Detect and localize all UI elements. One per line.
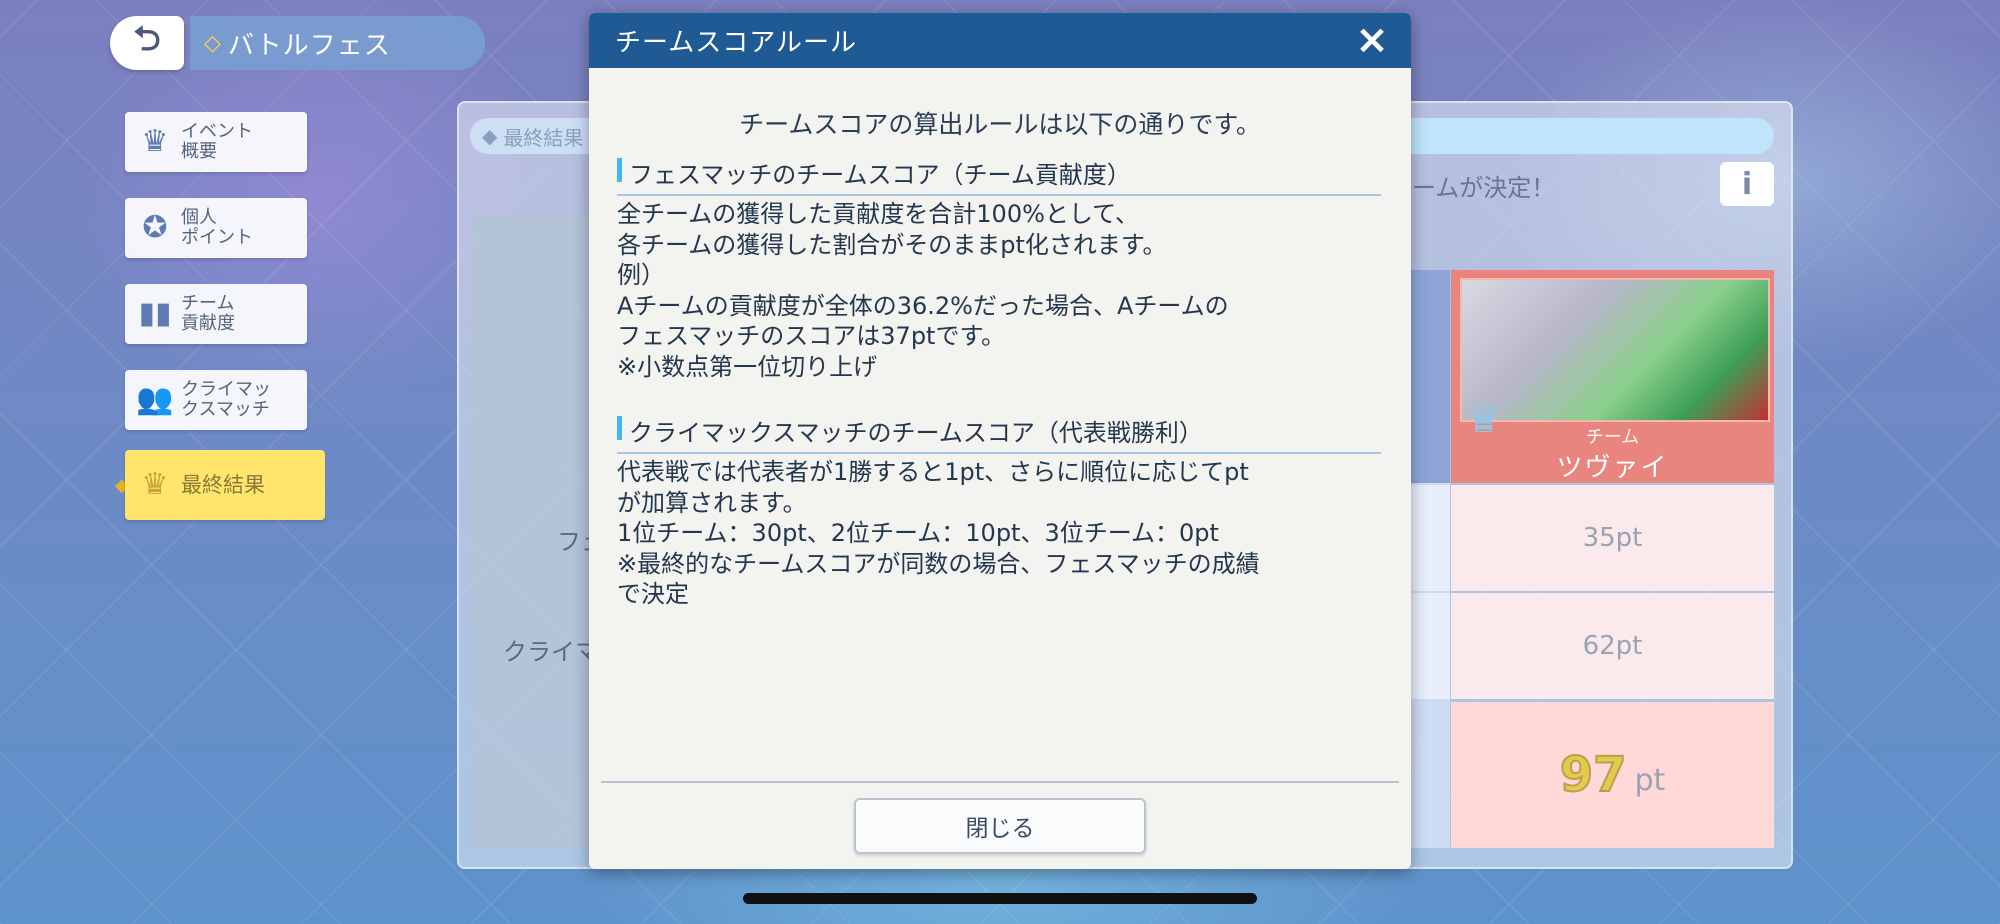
crown-cluster-icon: ♛ xyxy=(141,124,169,159)
fes-score-cell: 35pt xyxy=(1451,485,1774,591)
sidebar-item-event-overview[interactable]: ♛ イベント 概要 xyxy=(125,112,307,172)
result-tab-label: 最終結果 xyxy=(503,125,584,150)
dialog-header: チームスコアルール xyxy=(589,13,1411,68)
rule-line: Aチームの貢献度が全体の36.2%だった場合、Aチームの xyxy=(617,291,1229,320)
sidebar-item-climax-match[interactable]: 👥 クライマッ クスマッチ xyxy=(125,370,307,430)
team-card-blue xyxy=(1410,270,1450,483)
table-cell xyxy=(1410,593,1450,699)
bars-icon: ▮▮ xyxy=(138,296,172,331)
table-cell xyxy=(1410,485,1450,591)
section-title-fes-match: フェスマッチのチームスコア（チーム貢献度） xyxy=(617,155,1381,196)
close-button[interactable]: 閉じる xyxy=(854,798,1146,854)
section-body-climax-match: 代表戦では代表者が1勝すると1pt、さらに順位に応じてpt が加算されます。 1… xyxy=(617,457,1387,610)
rule-line: で決定 xyxy=(617,580,689,608)
climax-score: 62pt xyxy=(1582,631,1643,661)
team-small-label: チーム xyxy=(1585,427,1640,448)
total-score-cell: 97 pt xyxy=(1451,702,1774,848)
rule-line: 1位チーム：30pt、2位チーム：10pt、3位チーム：0pt xyxy=(617,519,1219,547)
total-score-unit: pt xyxy=(1634,762,1666,798)
rule-line: が加算されます。 xyxy=(617,488,807,517)
sidebar-item-team-contribution[interactable]: ▮▮ チーム 貢献度 xyxy=(125,284,307,344)
team-score-rule-dialog: チームスコアルール × チームスコアの算出ルールは以下の通りです。 フェスマッチ… xyxy=(589,13,1411,869)
back-button[interactable]: ⮌ xyxy=(110,16,184,70)
rule-line: 全チームの獲得した貢献度を合計100%として、 xyxy=(617,200,1139,228)
dialog-title: チームスコアルール xyxy=(615,28,857,58)
section-title-climax-match: クライマックスマッチのチームスコア（代表戦勝利） xyxy=(617,413,1381,454)
sidebar-item-personal-points[interactable]: ✪ 個人 ポイント xyxy=(125,198,307,258)
section-body-fes-match: 全チームの獲得した貢献度を合計100%として、 各チームの獲得した割合がそのまま… xyxy=(617,199,1387,382)
result-banner xyxy=(1404,118,1774,154)
home-indicator[interactable] xyxy=(743,893,1257,904)
sidebar-item-label: 個人 ポイント xyxy=(181,207,253,248)
people-versus-icon: 👥 xyxy=(136,382,174,417)
rule-line: ※最終的なチームスコアが同数の場合、フェスマッチの成績 xyxy=(617,549,1260,578)
dialog-intro: チームスコアの算出ルールは以下の通りです。 xyxy=(739,110,1261,139)
star-sparkle-icon: ✪ xyxy=(142,210,168,245)
rule-line: フェスマッチのスコアは37ptです。 xyxy=(617,322,1006,350)
diamond-icon: ◇ xyxy=(204,30,222,56)
info-icon: i xyxy=(1741,166,1753,202)
header-title-bar: ◇ バトルフェス xyxy=(190,16,485,70)
decided-text: ームが決定！ xyxy=(1412,174,1556,202)
dialog-divider xyxy=(601,781,1399,783)
sidebar-item-label: 最終結果 xyxy=(181,473,265,497)
sidebar-item-label: チーム 貢献度 xyxy=(181,293,235,334)
info-button[interactable]: i xyxy=(1720,162,1774,206)
total-score-value: 97 xyxy=(1559,746,1628,804)
sidebar-item-label: イベント 概要 xyxy=(181,121,253,162)
team-character-art xyxy=(1460,278,1770,422)
rule-line: 例） xyxy=(617,261,665,289)
row-label-climax: クライマ xyxy=(503,638,599,666)
rule-line: 各チームの獲得した割合がそのままpt化されます。 xyxy=(617,230,1167,259)
sidebar-item-final-result[interactable]: ♛ 最終結果 xyxy=(125,450,325,520)
page-title: バトルフェス xyxy=(227,30,391,61)
team-name: ツヴァイ xyxy=(1556,453,1669,483)
trophy-crowns-icon: ♛ xyxy=(141,467,169,502)
close-icon[interactable]: × xyxy=(1351,17,1393,63)
rule-line: ※小数点第一位切り上げ xyxy=(617,352,878,381)
diamond-icon: ◆ xyxy=(482,124,498,148)
rule-line: 代表戦では代表者が1勝すると1pt、さらに順位に応じてpt xyxy=(617,458,1249,486)
fes-score: 35pt xyxy=(1582,523,1643,553)
back-arrow-icon: ⮌ xyxy=(133,18,161,59)
climax-score-cell: 62pt xyxy=(1451,593,1774,699)
sidebar-item-label: クライマッ クスマッチ xyxy=(181,379,271,420)
